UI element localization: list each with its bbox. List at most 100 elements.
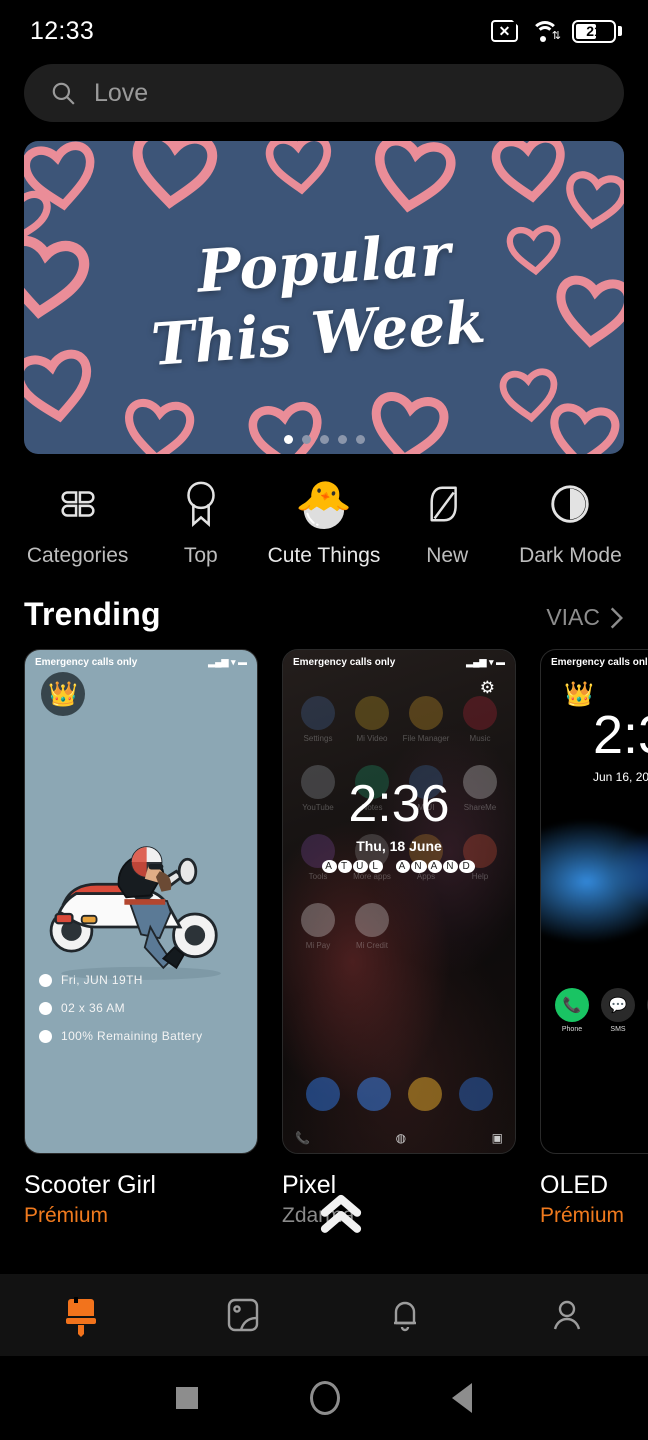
carousel-dot[interactable] [283, 435, 293, 444]
wallpaper-card[interactable]: Emergency calls only 👑 2:36 Jun 16, 2020… [540, 649, 648, 1228]
wallpaper-card[interactable]: Emergency calls only ▂▄▆ ▾ ▬ ⚙ Settings … [282, 649, 516, 1228]
app-icon-item: Mi Credit [345, 903, 399, 950]
category-item-dark-mode[interactable]: Dark Mode [509, 476, 632, 568]
home-circle-icon[interactable] [310, 1381, 340, 1415]
see-more-link[interactable]: VIAC [546, 604, 624, 631]
category-row: Categories Top 🐣 Cute Things New Dark Mo… [0, 476, 648, 568]
preview-owner-name: ATUL ANAND [322, 860, 475, 873]
carousel-dot[interactable] [319, 435, 329, 444]
grid-flower-icon [55, 476, 101, 532]
dock-icon-messages [356, 1077, 391, 1111]
battery-level-text: 21 [586, 23, 602, 39]
status-bar: 12:33 ✕ ⇅ 21 [0, 0, 648, 62]
dock-icon-browser [407, 1077, 442, 1111]
carousel-dots[interactable] [24, 435, 624, 444]
app-icon-item: File Manager [399, 696, 453, 743]
crown-icon: 👑 [41, 672, 85, 716]
dock-label: Phone [561, 1026, 583, 1033]
app-icon-item: Music [453, 696, 507, 743]
preview-date: Thu, 18 June [356, 838, 442, 854]
wifi-icon: ⇅ [531, 20, 561, 42]
nav-tab-wallpapers[interactable] [0, 1293, 162, 1337]
category-item-new[interactable]: New [386, 476, 509, 568]
carrier-label: Emergency calls only [293, 657, 396, 668]
half-circle-contrast-icon [547, 476, 593, 532]
preview-status-icons: ▂▄▆ ▾ ▬ [208, 657, 247, 667]
category-item-categories[interactable]: Categories [16, 476, 139, 568]
crown-icon: 👑 [564, 680, 594, 708]
carousel-dot[interactable] [355, 435, 365, 444]
carrier-label: Emergency calls only [35, 657, 138, 668]
preview-date: Jun 16, 2020 | Tues [593, 770, 648, 784]
chevron-right-icon [610, 607, 623, 628]
status-icon-group: ✕ ⇅ 21 [491, 19, 622, 43]
wallpaper-preview[interactable]: Emergency calls only 👑 2:36 Jun 16, 2020… [540, 649, 648, 1154]
see-more-label: VIAC [546, 604, 600, 630]
dock-icon-camera [458, 1077, 493, 1111]
category-label: New [426, 544, 469, 567]
dock-item-sms: 💬 SMS [601, 988, 635, 1033]
back-triangle-icon[interactable] [452, 1383, 472, 1413]
app-label: File Manager [402, 734, 450, 743]
wallpaper-preview[interactable]: Emergency calls only ▂▄▆ ▾ ▬ ⚙ Settings … [282, 649, 516, 1154]
message-icon: 💬 [601, 988, 635, 1022]
double-chevron-up-icon [318, 1192, 364, 1243]
category-label: Dark Mode [519, 544, 622, 567]
dock-item-phone: 📞 Phone [555, 988, 589, 1033]
carrier-label: Emergency calls only [551, 657, 648, 668]
card-title: Scooter Girl [24, 1171, 156, 1199]
image-wallpaper-icon [227, 1298, 259, 1332]
android-navigation-bar [0, 1356, 648, 1440]
bottom-navigation-bar [0, 1274, 648, 1356]
phone-icon: 📞 [295, 1131, 310, 1145]
nav-tab-notifications[interactable] [324, 1295, 486, 1335]
category-label: Categories [26, 544, 129, 567]
app-label: Settings [303, 734, 333, 743]
preview-info-text: 02 x 36 AM [61, 1001, 126, 1015]
status-time: 12:33 [30, 16, 95, 45]
card-price: Prémium [24, 1204, 109, 1227]
card-meta: OLED Prémium [540, 1154, 648, 1228]
preview-info-text: Fri, JUN 19TH [61, 973, 143, 987]
promo-banner[interactable]: Popular This Week [24, 141, 624, 454]
nav-tab-profile[interactable] [486, 1296, 648, 1334]
preview-time: 2:36 [348, 775, 450, 833]
recents-square-icon[interactable] [176, 1387, 198, 1409]
hatching-chick-icon: 🐣 [295, 478, 353, 530]
card-title: OLED [540, 1171, 609, 1199]
card-price: Prémium [540, 1204, 625, 1227]
banner-title: Popular This Week [24, 141, 624, 454]
battery-icon: 21 [572, 19, 622, 43]
app-label: Music [469, 734, 491, 743]
leaf-icon [425, 476, 469, 532]
carousel-dot[interactable] [301, 435, 311, 444]
section-header: Trending VIAC [0, 596, 648, 633]
gear-icon: ⚙ [479, 678, 495, 697]
category-item-top[interactable]: Top [139, 476, 262, 568]
wallpaper-preview[interactable]: Emergency calls only ▂▄▆ ▾ ▬ 👑 Fri, JUN … [24, 649, 258, 1154]
preview-dock [283, 1077, 515, 1111]
wallpaper-card[interactable]: Emergency calls only ▂▄▆ ▾ ▬ 👑 Fri, JUN … [24, 649, 258, 1228]
person-icon [553, 1300, 581, 1330]
carousel-dot[interactable] [337, 435, 347, 444]
preview-dock: 📞 Phone 💬 SMS 🎧 Music 🌐 Browser [555, 988, 648, 1033]
app-label: Mi Credit [355, 941, 388, 950]
chevron-up-icon: ⌃ [541, 1116, 648, 1137]
trending-card-list[interactable]: Emergency calls only ▂▄▆ ▾ ▬ 👑 Fri, JUN … [0, 649, 648, 1228]
preview-info-line: 100% Remaining Battery [39, 1029, 203, 1043]
page-title: Trending [24, 596, 161, 632]
preview-info-text: 100% Remaining Battery [61, 1029, 203, 1043]
preview-info-line: Fri, JUN 19TH [39, 973, 203, 987]
category-label: Top [183, 544, 218, 567]
preview-status-icons: ▂▄▆ ▾ ▬ [466, 657, 505, 667]
category-item-cute-things[interactable]: 🐣 Cute Things [262, 476, 385, 568]
app-icon-item: Mi Pay [291, 903, 345, 950]
preview-time: 2:36 [593, 705, 648, 765]
bell-icon [394, 1301, 416, 1332]
app-label: Mi Video [356, 734, 388, 743]
search-input[interactable]: Love [24, 64, 624, 122]
preview-status-bar: Emergency calls only ▂▄▆ ▾ ▬ [35, 657, 247, 668]
bookmark-ribbon-icon [181, 476, 221, 532]
nav-tab-gallery[interactable] [162, 1296, 324, 1334]
preview-status-bar: Emergency calls only ▂▄▆ ▾ ▬ [293, 657, 505, 668]
